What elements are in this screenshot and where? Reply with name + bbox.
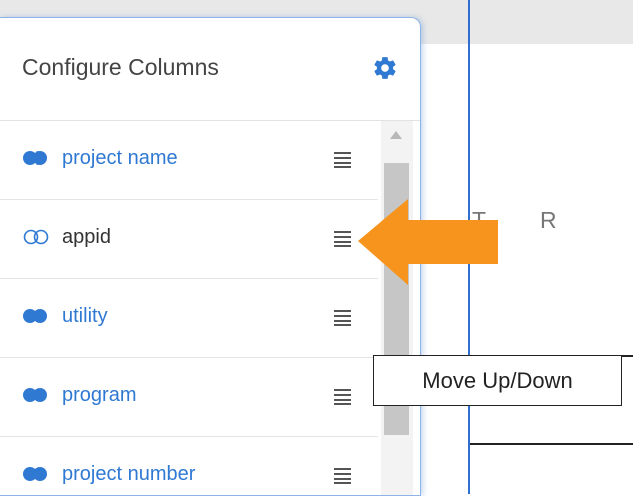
column-label: utility — [62, 305, 108, 327]
drag-handle-icon[interactable] — [333, 149, 353, 169]
scroll-up-arrow-icon[interactable] — [390, 131, 402, 139]
gear-icon[interactable] — [372, 55, 398, 81]
panel-header: Configure Columns — [0, 18, 420, 121]
drag-handle-icon[interactable] — [333, 307, 353, 327]
column-label: program — [62, 384, 137, 406]
column-row-appid[interactable]: appid — [0, 200, 378, 279]
toggle-on-icon[interactable] — [22, 387, 50, 403]
column-label: appid — [62, 226, 111, 248]
column-row-utility[interactable]: utility — [0, 279, 378, 358]
column-row-project-number[interactable]: project number — [0, 437, 378, 495]
toggle-on-icon[interactable] — [22, 466, 50, 482]
toggle-off-icon[interactable] — [22, 229, 50, 245]
drag-handle-icon[interactable] — [333, 465, 353, 485]
toggle-on-icon[interactable] — [22, 308, 50, 324]
vertical-scrollbar[interactable] — [381, 121, 413, 495]
column-list: project name appid utility program proje… — [0, 121, 378, 495]
panel-title: Configure Columns — [22, 54, 219, 80]
column-row-program[interactable]: program — [0, 358, 378, 437]
column-label: project number — [62, 463, 196, 485]
move-up-down-tooltip: Move Up/Down — [373, 355, 622, 406]
column-row-project-name[interactable]: project name — [0, 121, 378, 200]
column-label: project name — [62, 147, 178, 169]
background-line — [470, 443, 633, 445]
panel-inner-edge — [413, 121, 420, 495]
toggle-on-icon[interactable] — [22, 150, 50, 166]
orange-arrow-annotation-icon — [350, 193, 502, 293]
drag-handle-icon[interactable] — [333, 386, 353, 406]
